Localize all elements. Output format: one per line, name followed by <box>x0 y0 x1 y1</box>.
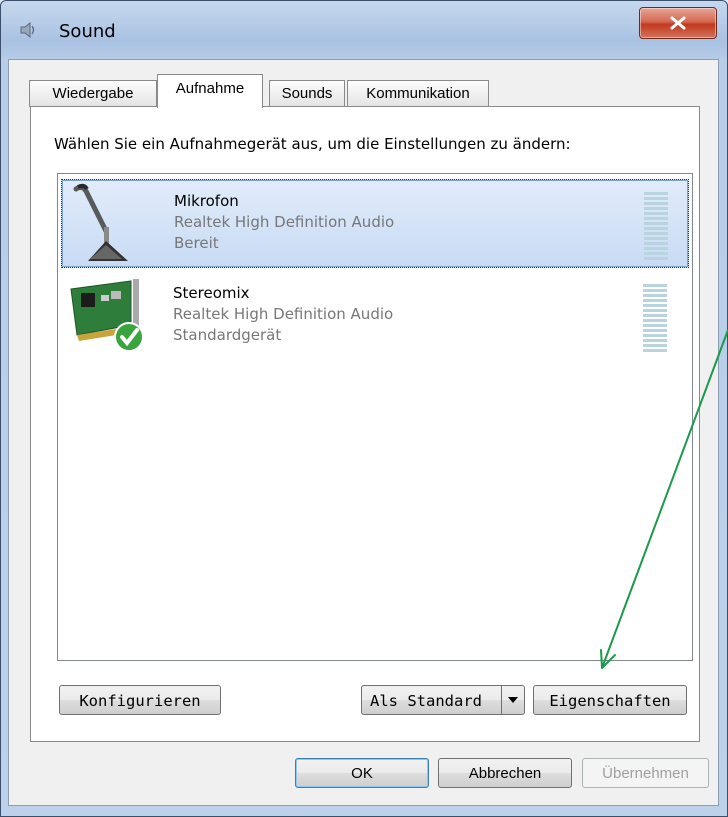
device-description: Realtek High Definition Audio <box>173 305 394 323</box>
speaker-icon <box>20 21 35 39</box>
tab-sounds[interactable]: Sounds <box>269 80 345 107</box>
tab-aufnahme[interactable]: Aufnahme <box>157 74 263 108</box>
device-name: Stereomix <box>173 284 250 302</box>
level-meter <box>643 284 667 354</box>
close-icon <box>670 16 686 30</box>
list-item-device[interactable]: Mikrofon Realtek High Definition Audio B… <box>61 179 689 268</box>
cancel-button[interactable]: Abbrechen <box>438 758 572 788</box>
properties-button[interactable]: Eigenschaften <box>533 685 687 715</box>
device-status: Bereit <box>174 234 219 252</box>
level-meter <box>644 192 668 262</box>
device-description: Realtek High Definition Audio <box>174 213 395 231</box>
configure-button[interactable]: Konfigurieren <box>59 685 221 715</box>
microphone-icon <box>73 183 128 261</box>
device-list[interactable]: Mikrofon Realtek High Definition Audio B… <box>57 173 693 661</box>
close-button[interactable] <box>639 7 717 39</box>
tab-kommunikation[interactable]: Kommunikation <box>347 80 489 107</box>
dropdown-arrow-icon[interactable] <box>501 686 524 714</box>
set-default-label: Als Standard <box>370 692 482 710</box>
instruction-text: Wählen Sie ein Aufnahmegerät aus, um die… <box>54 135 571 153</box>
apply-button[interactable]: Übernehmen <box>582 758 709 788</box>
ok-button[interactable]: OK <box>295 758 429 788</box>
window-title: Sound <box>59 21 116 42</box>
device-name: Mikrofon <box>174 192 239 210</box>
device-status: Standardgerät <box>173 326 282 344</box>
set-default-split-button[interactable]: Als Standard <box>361 685 525 715</box>
list-item-device[interactable]: Stereomix Realtek High Definition Audio … <box>61 272 687 359</box>
tab-wiedergabe[interactable]: Wiedergabe <box>29 80 157 107</box>
sound-card-icon <box>70 279 144 352</box>
title-bar[interactable]: Sound <box>1 1 727 59</box>
tab-panel-aufnahme: Wählen Sie ein Aufnahmegerät aus, um die… <box>30 106 700 742</box>
